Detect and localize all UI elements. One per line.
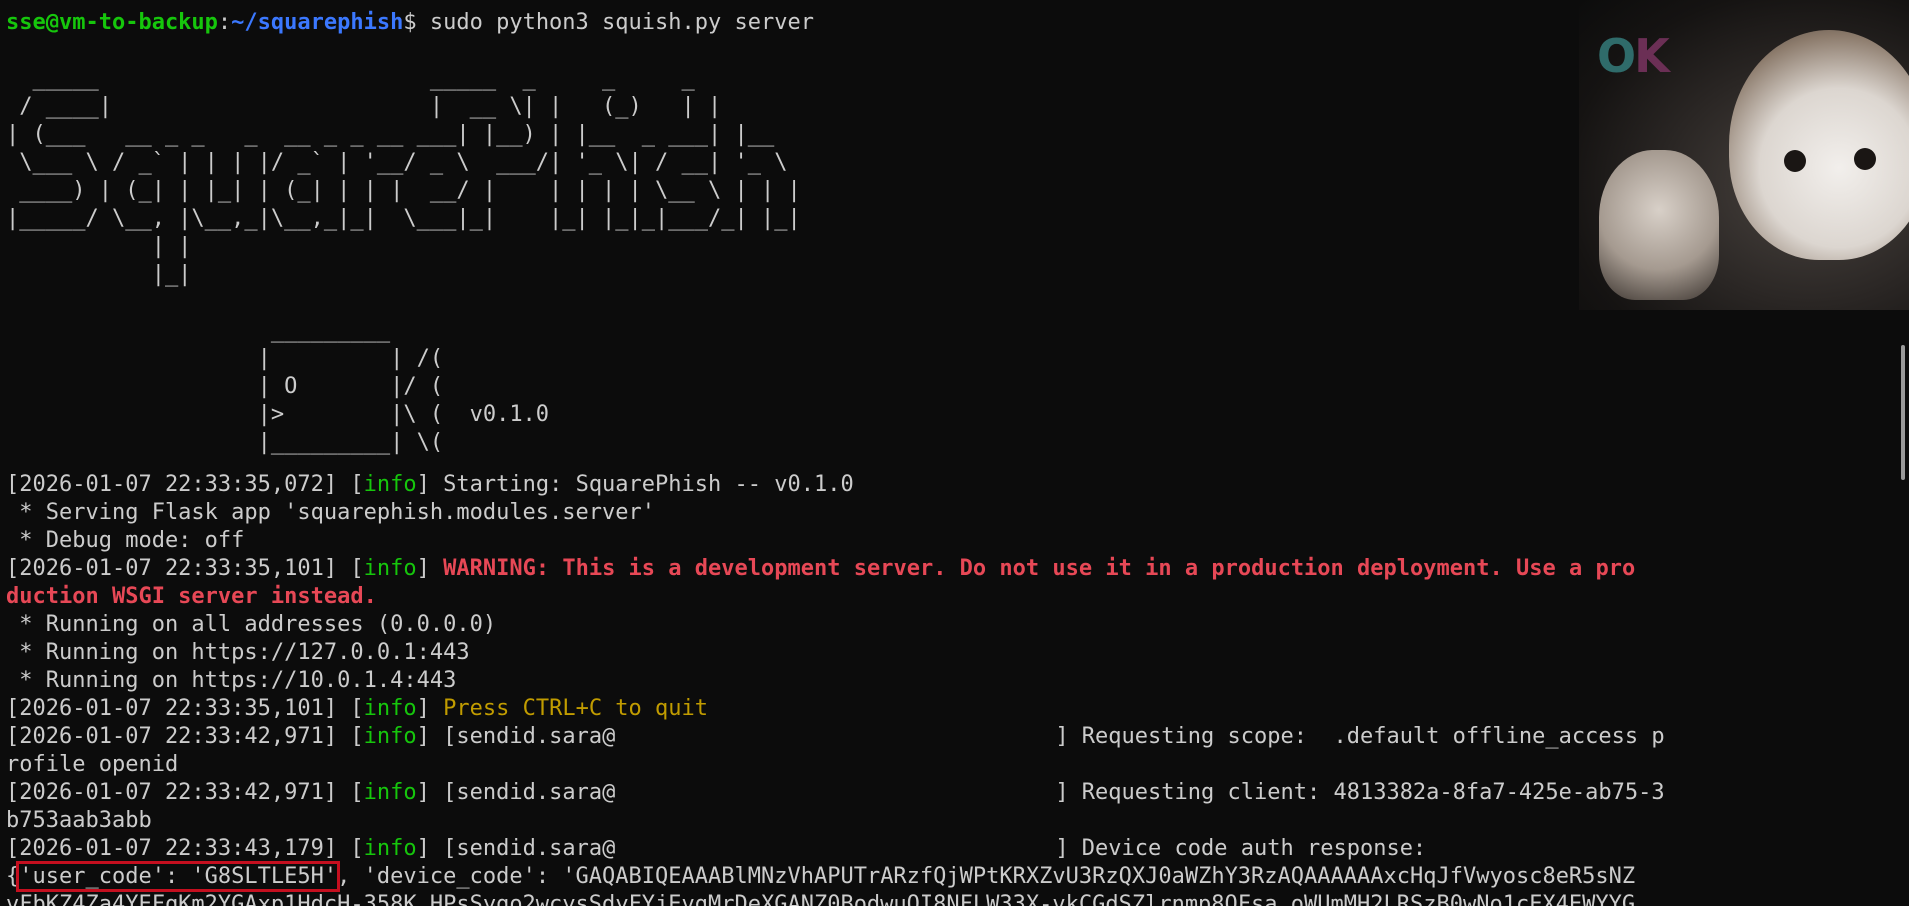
sender-email: [sendid.sara@ (443, 836, 616, 861)
log-line-wrap: b753aab3abb (6, 808, 152, 833)
log-line: * Running on all addresses (0.0.0.0) (6, 612, 497, 637)
user-code-highlight: 'user_code': 'G8SLTLE5H' (16, 861, 341, 892)
vertical-scrollbar[interactable] (1901, 345, 1905, 480)
ok-text-logo: OK (1597, 29, 1670, 83)
sender-email: [sendid.sara@ (443, 780, 616, 805)
log-timestamp: [2026-01-07 22:33:35,072] (6, 472, 338, 497)
prompt-symbol: $ (403, 10, 417, 35)
log-timestamp: [2026-01-07 22:33:35,101] (6, 696, 338, 721)
log-line: [2026-01-07 22:33:35,072] [info] Startin… (6, 472, 854, 497)
log-timestamp: [2026-01-07 22:33:42,971] (6, 724, 338, 749)
terminal-window[interactable]: sse@vm-to-backup:~/squarephish$ sudo pyt… (0, 0, 1909, 906)
log-line: * Serving Flask app 'squarephish.modules… (6, 500, 656, 525)
log-message: Requesting client: 4813382a-8fa7-425e-ab… (1068, 780, 1665, 805)
log-line: * Running on https://127.0.0.1:443 (6, 640, 470, 665)
cat-thumbs-up-meme-image: OK (1579, 0, 1909, 310)
cat-eye-icon (1854, 148, 1876, 170)
prompt-path: ~/squarephish (231, 10, 404, 35)
sender-close: ] (1055, 724, 1069, 749)
log-level: info (363, 472, 417, 497)
warning-message: WARNING: This is a development server. D… (443, 556, 1636, 581)
brace-open: { (6, 864, 20, 889)
shell-prompt-line: sse@vm-to-backup:~/squarephish$ sudo pyt… (6, 9, 1746, 37)
log-line: * Debug mode: off (6, 528, 245, 553)
log-line: [2026-01-07 22:33:35,101] [info] Press C… (6, 696, 709, 721)
log-level: info (363, 780, 417, 805)
log-line: * Running on https://10.0.1.4:443 (6, 668, 457, 693)
warning-message-wrap: duction WSGI server instead. (6, 584, 377, 609)
log-line: [2026-01-07 22:33:42,971] [info] [sendid… (6, 724, 1665, 749)
log-timestamp: [2026-01-07 22:33:35,101] (6, 556, 338, 581)
terminal-output: sse@vm-to-backup:~/squarephish$ sudo pyt… (6, 9, 1746, 906)
cat-face (1729, 30, 1909, 260)
log-timestamp: [2026-01-07 22:33:42,971] (6, 780, 338, 805)
log-line: [2026-01-07 22:33:43,179] [info] [sendid… (6, 836, 1427, 861)
log-level: info (363, 724, 417, 749)
cat-paw-thumbs-up (1599, 150, 1719, 300)
squarephish-ascii-banner: _____ _____ _ _ _ / ____| | __ \| | (_) … (6, 66, 801, 287)
device-code-response-line: {'user_code': 'G8SLTLE5H', 'device_code'… (6, 861, 1746, 892)
device-code-wrap: vFbKZ4Za4YEFqKm2YGAxp1HdcH-358K_HPsSygo2… (6, 892, 1636, 906)
log-level: info (363, 556, 417, 581)
log-message: Requesting scope: .default offline_acces… (1068, 724, 1665, 749)
log-level: info (363, 836, 417, 861)
quit-hint: Press CTRL+C to quit (443, 696, 709, 721)
log-level: info (363, 696, 417, 721)
device-code-text: , 'device_code': 'GAQABIQEAAABlMNzVhAPUT… (337, 864, 1636, 889)
sender-email: [sendid.sara@ (443, 724, 616, 749)
cat-eye-icon (1784, 150, 1806, 172)
log-line: [2026-01-07 22:33:42,971] [info] [sendid… (6, 780, 1665, 805)
log-message: Starting: SquarePhish -- v0.1.0 (429, 472, 854, 497)
prompt-command: sudo python3 squish.py server (416, 10, 814, 35)
prompt-colon: : (217, 10, 232, 35)
log-timestamp: [2026-01-07 22:33:43,179] (6, 836, 338, 861)
prompt-user-host: sse@vm-to-backup (6, 10, 218, 35)
log-line-warning: [2026-01-07 22:33:35,101] [info] WARNING… (6, 556, 1636, 581)
squarephish-ascii-logo: _________ | | /( | O |/ ( |> |\ ( v0.1.0… (257, 318, 550, 455)
log-line-wrap: rofile openid (6, 752, 179, 777)
sender-close: ] (1055, 780, 1069, 805)
sender-close: ] (1055, 836, 1069, 861)
log-message: Device code auth response: (1068, 836, 1427, 861)
